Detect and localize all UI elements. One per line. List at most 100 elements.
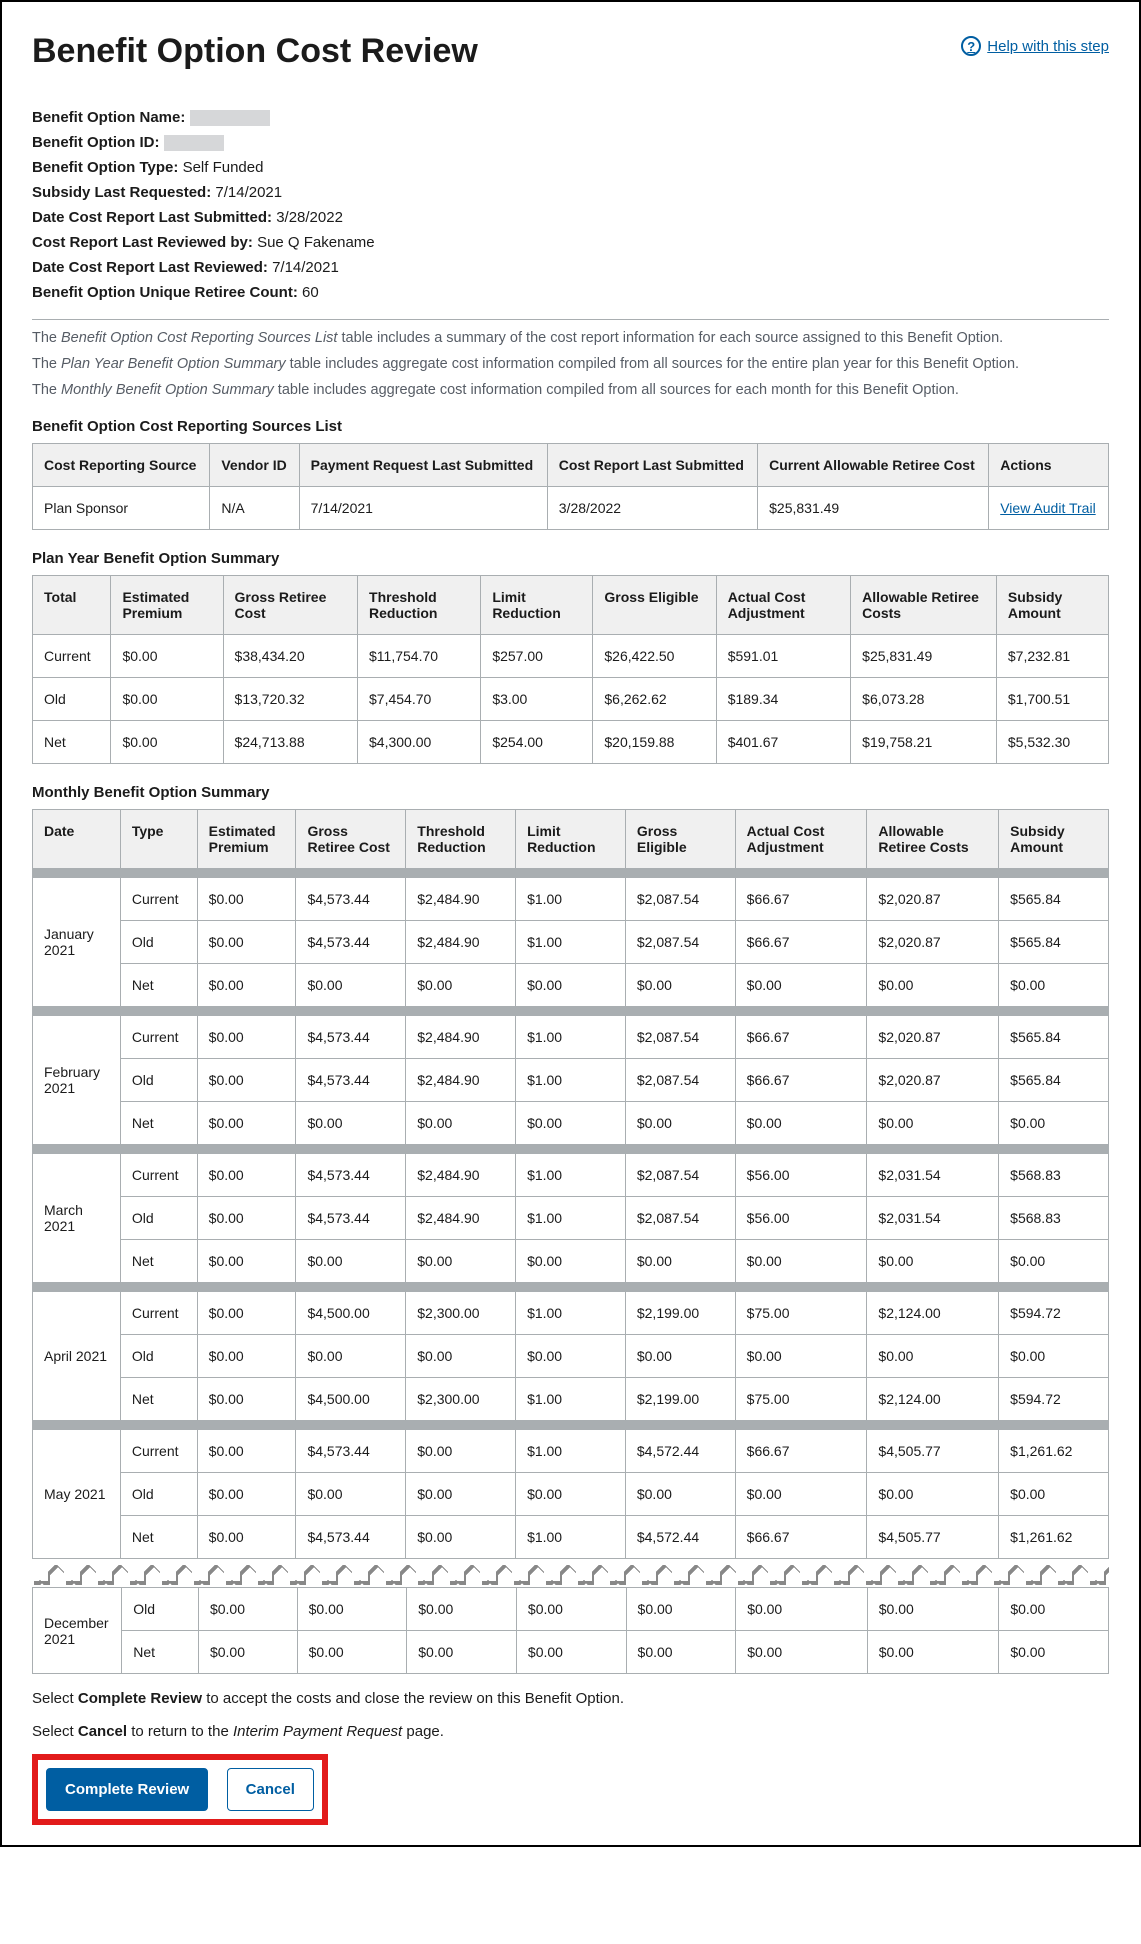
table-row: Old$0.00$4,573.44$2,484.90$1.00$2,087.54… — [33, 1059, 1109, 1102]
cell: $568.83 — [999, 1197, 1109, 1240]
cell: Current — [120, 1292, 197, 1335]
cell: $0.00 — [516, 1102, 626, 1145]
cell: $0.00 — [197, 1240, 296, 1283]
cell: $1,261.62 — [999, 1430, 1109, 1473]
cell: $75.00 — [735, 1378, 867, 1421]
table-row: January 2021Current$0.00$4,573.44$2,484.… — [33, 878, 1109, 921]
cell: Old — [120, 1197, 197, 1240]
cell: $0.00 — [516, 1631, 626, 1674]
table-row: Net$0.00$0.00$0.00$0.00$0.00$0.00$0.00$0… — [33, 1631, 1109, 1674]
cell: $1.00 — [516, 1197, 626, 1240]
cell: $2,484.90 — [406, 1197, 516, 1240]
meta-benefit-id: Benefit Option ID: — [32, 134, 1109, 151]
cell: $0.00 — [625, 964, 735, 1007]
cell: $3.00 — [481, 678, 593, 721]
cell: $0.00 — [867, 1335, 999, 1378]
col-actual-cost-adj: Actual Cost Adjustment — [716, 576, 850, 635]
cell: Net — [120, 1240, 197, 1283]
cell: $0.00 — [516, 964, 626, 1007]
intro-para-2: The Plan Year Benefit Option Summary tab… — [32, 356, 1109, 372]
cell: $0.00 — [999, 964, 1109, 1007]
cell: $189.34 — [716, 678, 850, 721]
cell: $0.00 — [735, 964, 867, 1007]
help-link[interactable]: ? Help with this step — [961, 36, 1109, 56]
cell: $0.00 — [735, 1473, 867, 1516]
cell: $0.00 — [867, 1240, 999, 1283]
complete-review-button[interactable]: Complete Review — [46, 1768, 208, 1811]
cell: Current — [120, 1016, 197, 1059]
cell: Old — [120, 1473, 197, 1516]
cell: View Audit Trail — [989, 487, 1109, 530]
col-threshold: Threshold Reduction — [358, 576, 481, 635]
cell: $0.00 — [197, 1154, 296, 1197]
cell: 3/28/2022 — [547, 487, 757, 530]
col-gross-retiree: Gross Retiree Cost — [223, 576, 357, 635]
buttons-highlight-box: Complete Review Cancel — [32, 1754, 328, 1825]
cell: $0.00 — [197, 921, 296, 964]
meta-benefit-name: Benefit Option Name: — [32, 109, 1109, 126]
view-audit-trail-link[interactable]: View Audit Trail — [1000, 500, 1095, 516]
cell: Old — [120, 1059, 197, 1102]
cell: $2,484.90 — [406, 921, 516, 964]
cell: Net — [120, 1378, 197, 1421]
cell: $7,232.81 — [996, 635, 1108, 678]
meta-date-cost-submitted: Date Cost Report Last Submitted: 3/28/20… — [32, 209, 1109, 226]
cell: $2,087.54 — [625, 921, 735, 964]
table-header-row: Cost Reporting Source Vendor ID Payment … — [33, 444, 1109, 487]
cell: $2,484.90 — [406, 1016, 516, 1059]
col-vendor-id: Vendor ID — [210, 444, 299, 487]
cell: $0.00 — [735, 1240, 867, 1283]
cell: Old — [120, 921, 197, 964]
table-row: Plan Sponsor N/A 7/14/2021 3/28/2022 $25… — [33, 487, 1109, 530]
cell: $2,087.54 — [625, 1059, 735, 1102]
cell: $0.00 — [111, 678, 223, 721]
table-row: Old$0.00$0.00$0.00$0.00$0.00$0.00$0.00$0… — [33, 1473, 1109, 1516]
cell: $4,300.00 — [358, 721, 481, 764]
cell: $2,020.87 — [867, 1059, 999, 1102]
cell: $20,159.88 — [593, 721, 716, 764]
cell: $0.00 — [406, 1240, 516, 1283]
cell: $0.00 — [999, 1240, 1109, 1283]
cell: $4,573.44 — [296, 921, 406, 964]
table-row: Net$0.00$4,573.44$0.00$1.00$4,572.44$66.… — [33, 1516, 1109, 1559]
cell: $4,573.44 — [296, 1016, 406, 1059]
cell: $0.00 — [736, 1588, 868, 1631]
cell: $7,454.70 — [358, 678, 481, 721]
cell: $1.00 — [516, 1430, 626, 1473]
table-row: February 2021Current$0.00$4,573.44$2,484… — [33, 1016, 1109, 1059]
cell: $0.00 — [296, 964, 406, 1007]
col-subsidy: Subsidy Amount — [996, 576, 1108, 635]
planyear-table: Total Estimated Premium Gross Retiree Co… — [32, 575, 1109, 764]
cell: $0.00 — [197, 1102, 296, 1145]
meta-benefit-type: Benefit Option Type: Self Funded — [32, 159, 1109, 176]
table-row: Net$0.00$0.00$0.00$0.00$0.00$0.00$0.00$0… — [33, 964, 1109, 1007]
cell: $0.00 — [197, 1378, 296, 1421]
table-row: May 2021Current$0.00$4,573.44$0.00$1.00$… — [33, 1430, 1109, 1473]
cell: $0.00 — [736, 1631, 868, 1674]
cancel-button[interactable]: Cancel — [227, 1768, 314, 1811]
cell: $0.00 — [516, 1335, 626, 1378]
month-separator — [33, 869, 1109, 878]
cell: $568.83 — [999, 1154, 1109, 1197]
cell: $6,262.62 — [593, 678, 716, 721]
cell: $0.00 — [625, 1473, 735, 1516]
col-cost-reporting-source: Cost Reporting Source — [33, 444, 210, 487]
col-est-premium: Estimated Premium — [111, 576, 223, 635]
cell: $565.84 — [999, 878, 1109, 921]
table-row: Old$0.00$13,720.32$7,454.70$3.00$6,262.6… — [33, 678, 1109, 721]
cell: $0.00 — [999, 1335, 1109, 1378]
cell: $0.00 — [999, 1102, 1109, 1145]
truncation-zigzag — [32, 1557, 1109, 1587]
cell: $4,505.77 — [867, 1516, 999, 1559]
cell: $0.00 — [626, 1588, 736, 1631]
monthly-table: Date Type Estimated Premium Gross Retire… — [32, 809, 1109, 1559]
divider — [32, 319, 1109, 320]
cell: Net — [120, 1102, 197, 1145]
col-allowable-costs: Allowable Retiree Costs — [851, 576, 997, 635]
cell: $11,754.70 — [358, 635, 481, 678]
cell: $4,572.44 — [625, 1430, 735, 1473]
cell: N/A — [210, 487, 299, 530]
section-sources-title: Benefit Option Cost Reporting Sources Li… — [32, 418, 1109, 435]
cell: $2,087.54 — [625, 1154, 735, 1197]
redacted-name — [190, 110, 270, 126]
